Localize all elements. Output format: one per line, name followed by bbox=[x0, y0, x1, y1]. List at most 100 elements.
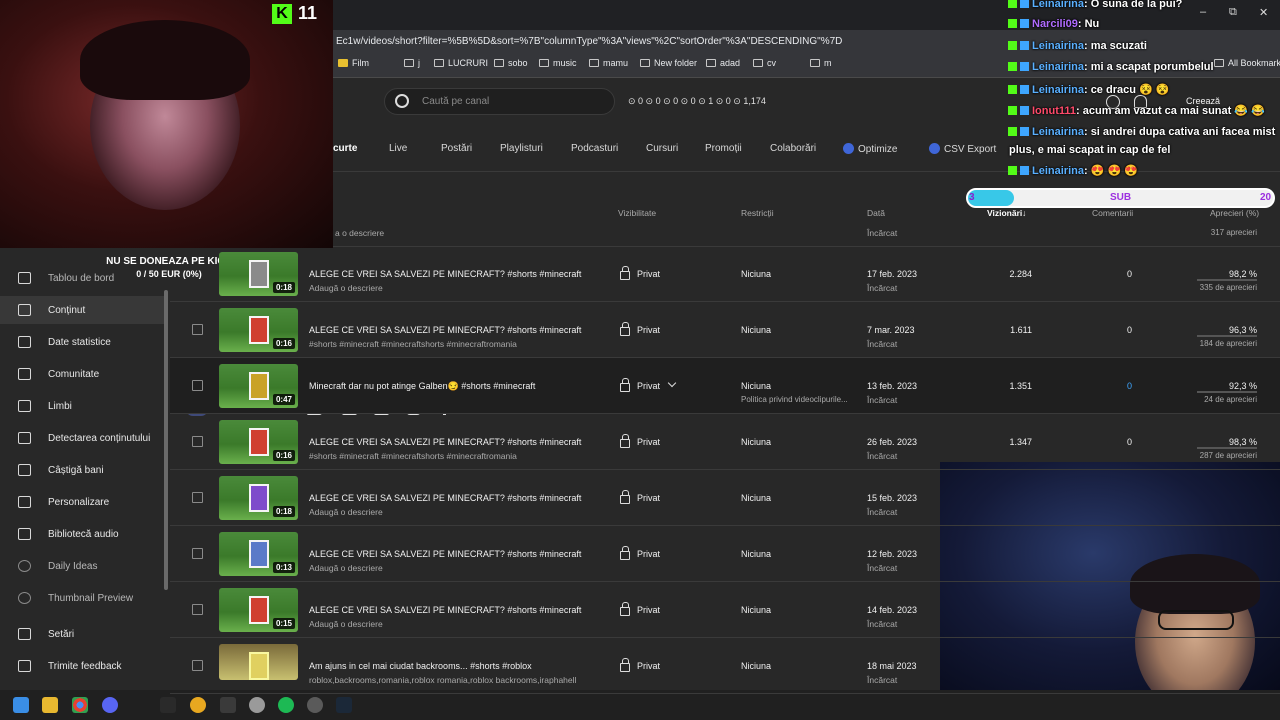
chat-username[interactable]: Leinairina bbox=[1032, 126, 1084, 138]
row-checkbox[interactable] bbox=[192, 660, 203, 671]
column-views[interactable]: Vizionări bbox=[987, 208, 1022, 218]
tab-podcasts[interactable]: Podcasturi bbox=[571, 143, 618, 154]
bookmark-lucruri[interactable]: LUCRURI bbox=[434, 58, 488, 68]
tab-posts[interactable]: Postări bbox=[441, 143, 472, 154]
column-date[interactable]: Dată bbox=[867, 208, 885, 218]
chat-username[interactable]: Leinairina bbox=[1032, 61, 1084, 73]
app-icon[interactable] bbox=[220, 697, 236, 713]
visibility-value[interactable]: Privat bbox=[637, 381, 660, 391]
channel-search-input[interactable] bbox=[384, 88, 615, 115]
sidebar-item-community[interactable]: Comunitate bbox=[0, 360, 164, 388]
row-checkbox[interactable] bbox=[192, 604, 203, 615]
lock-icon bbox=[620, 490, 630, 504]
sidebar-item-feedback[interactable]: Trimite feedback bbox=[0, 652, 164, 680]
video-thumbnail[interactable]: 0:18 bbox=[219, 252, 298, 296]
tab-shorts[interactable]: curte bbox=[333, 143, 357, 154]
chrome-icon[interactable] bbox=[72, 697, 88, 713]
row-checkbox[interactable] bbox=[192, 324, 203, 335]
tab-optimize[interactable]: Optimize bbox=[843, 143, 897, 155]
tab-courses[interactable]: Cursuri bbox=[646, 143, 678, 154]
steam-icon[interactable] bbox=[336, 697, 352, 713]
chat-username[interactable]: Leinairina bbox=[1032, 84, 1084, 96]
video-title[interactable]: ALEGE CE VREI SA SALVEZI PE MINECRAFT? #… bbox=[309, 493, 581, 503]
restore-button[interactable]: ⧉ bbox=[1229, 6, 1237, 19]
video-thumbnail[interactable]: 0:13 bbox=[219, 532, 298, 576]
sidebar-item-customize[interactable]: Personalizare bbox=[0, 488, 164, 516]
bookmark-music[interactable]: music bbox=[539, 58, 577, 68]
visibility-value[interactable]: Privat bbox=[637, 549, 660, 559]
bookmark-adad[interactable]: adad bbox=[706, 58, 740, 68]
close-window-button[interactable]: ✕ bbox=[1259, 6, 1268, 19]
chat-username[interactable]: Narcili09 bbox=[1032, 18, 1078, 30]
tab-csv-export[interactable]: CSV Export bbox=[929, 143, 996, 155]
sidebar-item-copyright[interactable]: Detectarea conținutului bbox=[0, 424, 164, 452]
spotify-icon[interactable] bbox=[278, 697, 294, 713]
row-checkbox[interactable] bbox=[192, 548, 203, 559]
video-thumbnail[interactable]: 0:18 bbox=[219, 476, 298, 520]
bookmark-mamu[interactable]: mamu bbox=[589, 58, 628, 68]
video-thumbnail[interactable]: 0:16 bbox=[219, 420, 298, 464]
row-checkbox[interactable] bbox=[192, 492, 203, 503]
tab-playlists[interactable]: Playlisturi bbox=[500, 143, 543, 154]
visibility-value[interactable]: Privat bbox=[637, 269, 660, 279]
video-thumbnail[interactable]: 0:16 bbox=[219, 308, 298, 352]
visibility-value[interactable]: Privat bbox=[637, 493, 660, 503]
tab-live[interactable]: Live bbox=[389, 143, 407, 154]
visibility-value[interactable]: Privat bbox=[637, 605, 660, 615]
sort-descending-icon[interactable]: ↓ bbox=[1022, 208, 1026, 218]
chat-username[interactable]: Ionut111 bbox=[1032, 105, 1076, 117]
discord-icon[interactable] bbox=[102, 697, 118, 713]
bookmark-cv[interactable]: cv bbox=[753, 58, 776, 68]
app-icon[interactable] bbox=[249, 697, 265, 713]
bookmark-sobo[interactable]: sobo bbox=[494, 58, 528, 68]
chat-username[interactable]: Leinairina bbox=[1032, 40, 1084, 52]
bookmark-m[interactable]: m bbox=[810, 58, 832, 68]
visibility-value[interactable]: Privat bbox=[637, 661, 660, 671]
video-thumbnail[interactable] bbox=[219, 644, 298, 680]
chat-username[interactable]: Leinairina bbox=[1032, 0, 1084, 10]
bookmark-new-folder[interactable]: New folder bbox=[640, 58, 697, 68]
sidebar-item-subtitles[interactable]: Limbi bbox=[0, 392, 164, 420]
sidebar-item-money[interactable]: Câștigă bani bbox=[0, 456, 164, 484]
sidebar-item-analytics[interactable]: Date statistice bbox=[0, 328, 164, 356]
sidebar-item-settings[interactable]: Setări bbox=[0, 620, 164, 648]
restriction-detail[interactable]: Politica privind videoclipurile... bbox=[741, 395, 848, 404]
app-icon[interactable] bbox=[307, 697, 323, 713]
column-likes[interactable]: Aprecieri (%) bbox=[1210, 208, 1259, 218]
bookmark-film[interactable]: Film bbox=[338, 58, 369, 68]
all-bookmarks[interactable]: All Bookmarks bbox=[1214, 58, 1280, 68]
chat-username[interactable]: Leinairina bbox=[1032, 165, 1084, 177]
video-title[interactable]: ALEGE CE VREI SA SALVEZI PE MINECRAFT? #… bbox=[309, 325, 581, 335]
app-icon[interactable] bbox=[160, 697, 176, 713]
sidebar-item-preview[interactable]: Thumbnail Preview bbox=[0, 584, 164, 612]
video-title[interactable]: Minecraft dar nu pot atinge Galben😏 #sho… bbox=[309, 381, 535, 392]
row-checkbox[interactable] bbox=[192, 380, 203, 391]
visibility-value[interactable]: Privat bbox=[637, 437, 660, 447]
video-title[interactable]: ALEGE CE VREI SA SALVEZI PE MINECRAFT? #… bbox=[309, 605, 581, 615]
start-icon[interactable] bbox=[13, 697, 29, 713]
video-title[interactable]: ALEGE CE VREI SA SALVEZI PE MINECRAFT? #… bbox=[309, 269, 581, 279]
visibility-value[interactable]: Privat bbox=[637, 325, 660, 335]
column-comments[interactable]: Comentarii bbox=[1092, 208, 1133, 218]
sidebar-scrollbar[interactable] bbox=[164, 290, 168, 590]
bookmark-j[interactable]: j bbox=[404, 58, 420, 68]
video-title[interactable]: ALEGE CE VREI SA SALVEZI PE MINECRAFT? #… bbox=[309, 437, 581, 447]
file-explorer-icon[interactable] bbox=[42, 697, 58, 713]
sidebar-item-content[interactable]: Conținut bbox=[0, 296, 164, 324]
tab-collaborations[interactable]: Colaborări bbox=[770, 143, 816, 154]
video-thumbnail[interactable]: 0:47 bbox=[219, 364, 298, 408]
column-visibility[interactable]: Vizibilitate bbox=[618, 208, 656, 218]
video-title[interactable]: ALEGE CE VREI SA SALVEZI PE MINECRAFT? #… bbox=[309, 549, 581, 559]
minimize-button[interactable]: – bbox=[1200, 6, 1206, 18]
comments-value[interactable]: 0 bbox=[1110, 381, 1132, 391]
url-text[interactable]: Ec1w/videos/short?filter=%5B%5D&sort=%7B… bbox=[336, 36, 842, 47]
video-title[interactable]: Am ajuns in cel mai ciudat backrooms... … bbox=[309, 661, 532, 671]
row-checkbox[interactable] bbox=[192, 436, 203, 447]
column-restrictions[interactable]: Restricții bbox=[741, 208, 774, 218]
sidebar-item-audio-library[interactable]: Bibliotecă audio bbox=[0, 520, 164, 548]
app-icon[interactable] bbox=[190, 697, 206, 713]
video-thumbnail[interactable]: 0:15 bbox=[219, 588, 298, 632]
sidebar-item-ideas[interactable]: Daily Ideas bbox=[0, 552, 164, 580]
tab-promotions[interactable]: Promoții bbox=[705, 143, 742, 154]
sidebar-item-dashboard[interactable]: Tablou de bord bbox=[0, 264, 164, 292]
